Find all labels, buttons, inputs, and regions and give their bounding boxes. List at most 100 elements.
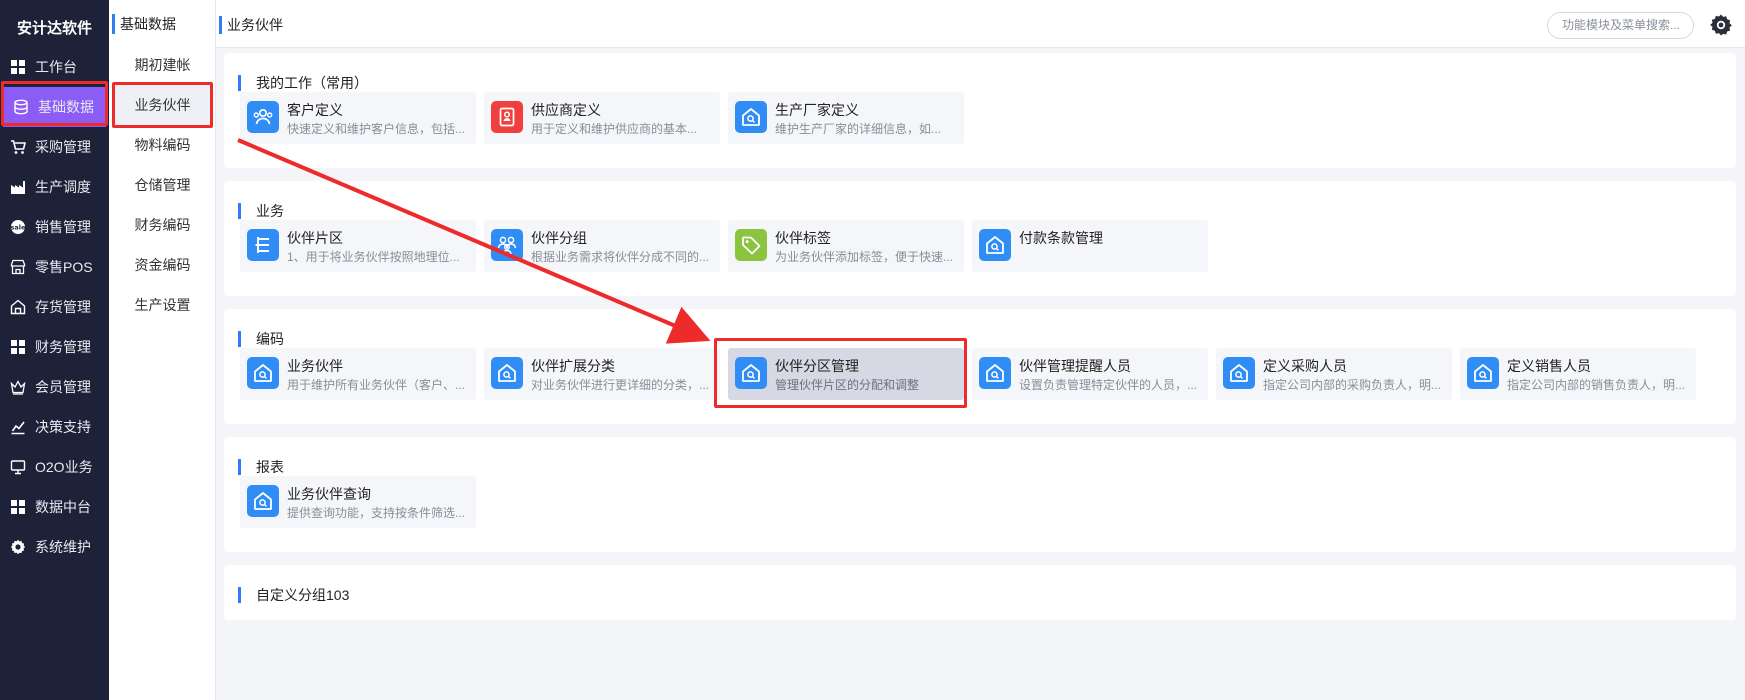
card-title: 业务伙伴 [287,358,343,374]
page-title: 业务伙伴 [219,16,283,34]
function-card[interactable]: 伙伴扩展分类 对业务伙伴进行更详细的分类，... [484,348,720,400]
function-card[interactable]: 伙伴分区管理管理伙伴片区的分配和调整 [728,348,964,400]
nav-item[interactable]: O2O业务 [0,447,109,487]
card-title: 定义销售人员 [1507,358,1591,374]
cart-icon [10,139,26,155]
nav-item-label: 零售POS [35,259,93,275]
sale-icon: sale [10,219,26,235]
section-title: 编码 [238,331,284,347]
gear-icon [10,539,26,555]
section-panel: 我的工作（常用） 客户定义 快速定义和维护客户信息，包括... 供应商定义 用于定义和维… [224,53,1736,168]
nav-item[interactable]: 会员管理 [0,367,109,407]
card-description: 指定公司内部的销售负责人，明... [1507,378,1686,392]
card-title: 生产厂家定义 [775,102,859,118]
section-title: 我的工作（常用） [238,75,368,91]
brand-logo-text: 安计达软件 [16,19,92,37]
nav-item[interactable]: 存货管理 [0,287,109,327]
card-title: 伙伴片区 [287,230,343,246]
sub-menu: 基础数据 期初建帐 业务伙伴 物料编码 仓储管理 财务编码 资金编码 生产设置 [109,0,216,700]
nav-item-label: 采购管理 [35,139,91,155]
card-description: 指定公司内部的采购负责人，明... [1263,378,1442,392]
card-title: 伙伴管理提醒人员 [1019,358,1131,374]
nav-item-label: O2O业务 [35,459,93,475]
nav-item-label: 销售管理 [35,219,91,235]
customers-icon [247,101,279,133]
function-card[interactable]: 伙伴管理提醒人员设置负责管理特定伙伴的人员，... [972,348,1208,400]
section-panel: 业务 伙伴片区 1、用于将业务伙伴按照地理位... 伙伴分组根据业务需求将伙伴分成不同… [224,181,1736,296]
submenu-item[interactable]: 期初建帐 [109,45,216,85]
card-title: 伙伴标签 [775,230,831,246]
nav-item[interactable]: 生产调度 [0,167,109,207]
section-title: 业务 [238,203,284,219]
house-icon [247,357,279,389]
submenu-item[interactable]: 财务编码 [109,205,216,245]
card-title: 客户定义 [287,102,343,118]
list-tree-icon [247,229,279,261]
submenu-item[interactable]: 物料编码 [109,125,216,165]
card-description: 1、用于将业务伙伴按照地理位... [287,250,460,264]
house-icon [491,357,523,389]
nav-item[interactable]: 决策支持 [0,407,109,447]
card-description: 快速定义和维护客户信息，包括... [287,122,466,136]
function-card[interactable]: 付款条款管理 [972,220,1208,272]
factory-icon [10,179,26,195]
nav-item[interactable]: 工作台 [0,47,109,87]
nav-item[interactable]: 采购管理 [0,127,109,167]
nav-item-label: 存货管理 [35,299,91,315]
nav-item[interactable]: 系统维护 [0,527,109,567]
submenu-item[interactable]: 业务伙伴 [113,85,212,125]
house-icon [247,485,279,517]
function-card[interactable]: 伙伴标签为业务伙伴添加标签，便于快速... [728,220,964,272]
card-description: 用于维护所有业务伙伴（客户、... [287,378,466,392]
svg-text:sale: sale [11,224,26,232]
warehouse-icon [10,299,26,315]
card-title: 伙伴分组 [531,230,587,246]
card-description: 为业务伙伴添加标签，便于快速... [775,250,954,264]
house-icon [979,229,1011,261]
house-icon [979,357,1011,389]
search-input[interactable]: 功能模块及菜单搜索... [1547,12,1694,39]
function-card[interactable]: 生产厂家定义 维护生产厂家的详细信息，如... [728,92,964,144]
submenu-item[interactable]: 资金编码 [109,245,216,285]
nav-item-label: 数据中台 [35,499,91,515]
house-icon [1223,357,1255,389]
card-title: 伙伴分区管理 [775,358,859,374]
nav-item[interactable]: 数据中台 [0,487,109,527]
card-description: 设置负责管理特定伙伴的人员，... [1019,378,1198,392]
submenu-item[interactable]: 生产设置 [109,285,216,325]
function-card[interactable]: 客户定义快速定义和维护客户信息，包括... [240,92,476,144]
card-title: 业务伙伴查询 [287,486,371,502]
nav-item-label: 财务管理 [35,339,91,355]
card-description: 根据业务需求将伙伴分成不同的... [531,250,710,264]
function-card[interactable]: 定义采购人员 指定公司内部的采购负责人，明... [1216,348,1452,400]
nav-item-label: 生产调度 [35,179,91,195]
function-card[interactable]: 定义销售人员指定公司内部的销售负责人，明... [1460,348,1696,400]
section-panel: 报表 业务伙伴查询提供查询功能，支持按条件筛选... [224,437,1736,552]
supplier-icon [491,101,523,133]
function-card[interactable]: 业务伙伴用于维护所有业务伙伴（客户、... [240,348,476,400]
settings-gear-icon[interactable] [1709,13,1733,37]
store-icon [10,259,26,275]
house-icon [735,101,767,133]
monitor-icon [10,459,26,475]
grid-icon [10,339,26,355]
function-card[interactable]: 供应商定义 用于定义和维护供应商的基本... [484,92,720,144]
section-panel: 编码 业务伙伴 用于维护所有业务伙伴（客户、... 伙伴扩展分类 对业务伙伴进行更详细的… [224,309,1736,424]
grid-icon [10,499,26,515]
database-icon [13,99,29,115]
nav-item[interactable]: 零售POS [0,247,109,287]
submenu-item[interactable]: 仓储管理 [109,165,216,205]
section-title: 报表 [238,459,284,475]
house-icon [735,357,767,389]
nav-item[interactable]: 财务管理 [0,327,109,367]
function-card[interactable]: 伙伴分组根据业务需求将伙伴分成不同的... [484,220,720,272]
nav-item-label: 决策支持 [35,419,91,435]
nav-item[interactable]: sale 销售管理 [0,207,109,247]
function-card[interactable]: 伙伴片区 1、用于将业务伙伴按照地理位... [240,220,476,272]
function-card[interactable]: 业务伙伴查询提供查询功能，支持按条件筛选... [240,476,476,528]
card-description: 提供查询功能，支持按条件筛选... [287,506,466,520]
chart-icon [10,419,26,435]
card-title: 伙伴扩展分类 [531,358,615,374]
card-description: 管理伙伴片区的分配和调整 [775,378,920,392]
nav-item[interactable]: 基础数据 [3,87,106,127]
